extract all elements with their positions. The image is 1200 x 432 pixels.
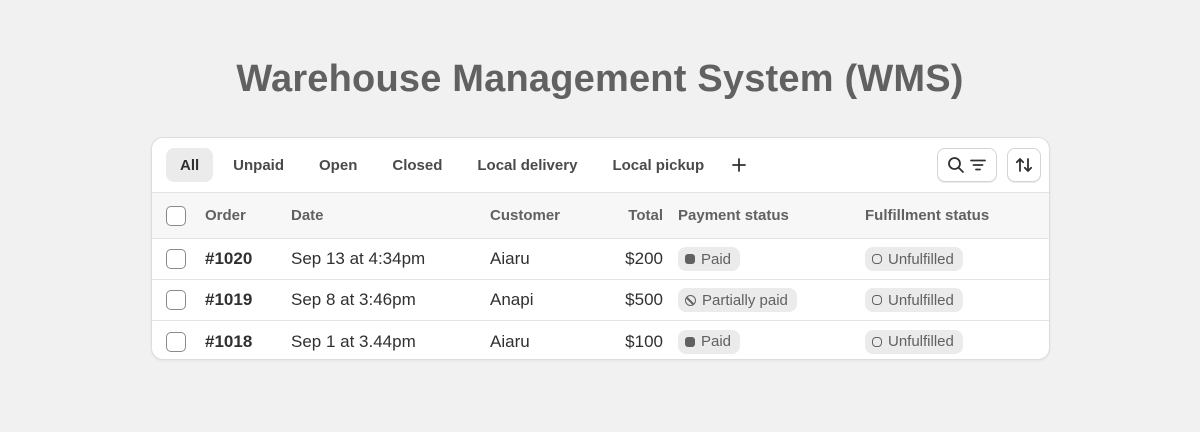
order-total: $500 bbox=[625, 290, 663, 309]
fulfillment-status-label: Unfulfilled bbox=[888, 250, 954, 268]
order-number[interactable]: #1018 bbox=[205, 321, 252, 359]
row-checkbox[interactable] bbox=[166, 249, 186, 269]
table-row[interactable]: #1020 Sep 13 at 4:34pm Aiaru $200 Paid U… bbox=[152, 239, 1049, 280]
tab-all[interactable]: All bbox=[166, 148, 214, 182]
ring-icon bbox=[872, 254, 882, 264]
filter-lines-icon bbox=[970, 159, 986, 171]
payment-status-label: Paid bbox=[701, 333, 732, 350]
tab-open[interactable]: Open bbox=[309, 148, 367, 182]
order-date: Sep 13 at 4:34pm bbox=[291, 249, 426, 268]
row-checkbox[interactable] bbox=[166, 331, 186, 352]
payment-status-badge: Paid bbox=[678, 329, 741, 354]
filled-dot-icon bbox=[685, 336, 695, 347]
column-header-date[interactable]: Date bbox=[291, 193, 324, 238]
order-number[interactable]: #1020 bbox=[205, 239, 252, 279]
table-row[interactable]: #1018 Sep 1 at 3.44pm Aiaru $100 Paid Un… bbox=[152, 321, 1049, 359]
fulfillment-status-badge: Unfulfilled bbox=[865, 247, 963, 271]
page-title: Warehouse Management System (WMS) bbox=[236, 58, 964, 100]
ring-icon bbox=[872, 336, 882, 347]
order-date: Sep 8 at 3:46pm bbox=[291, 290, 416, 309]
row-checkbox[interactable] bbox=[166, 290, 186, 310]
order-total: $100 bbox=[625, 331, 663, 351]
add-view-button[interactable] bbox=[725, 151, 753, 179]
table-row[interactable]: #1019 Sep 8 at 3:46pm Anapi $500 Partial… bbox=[152, 280, 1049, 321]
plus-icon bbox=[732, 158, 747, 172]
filled-dot-icon bbox=[685, 254, 695, 264]
search-filter-button[interactable] bbox=[937, 148, 997, 182]
fulfillment-status-label: Unfulfilled bbox=[888, 291, 954, 309]
ring-icon bbox=[872, 295, 882, 305]
column-header-payment-status[interactable]: Payment status bbox=[678, 193, 789, 238]
fulfillment-status-badge: Unfulfilled bbox=[865, 288, 963, 312]
order-number[interactable]: #1019 bbox=[205, 280, 252, 320]
table-tools bbox=[937, 148, 1041, 182]
tab-closed[interactable]: Closed bbox=[382, 148, 452, 182]
select-all-checkbox[interactable] bbox=[166, 205, 186, 226]
order-total: $200 bbox=[625, 249, 663, 268]
column-header-total[interactable]: Total bbox=[628, 193, 663, 238]
search-icon bbox=[948, 157, 964, 173]
column-header-order[interactable]: Order bbox=[205, 193, 246, 238]
payment-status-label: Partially paid bbox=[702, 291, 788, 309]
order-date: Sep 1 at 3.44pm bbox=[291, 331, 416, 351]
tab-local-pickup[interactable]: Local pickup bbox=[602, 148, 714, 182]
order-customer: Aiaru bbox=[490, 331, 530, 351]
order-customer: Aiaru bbox=[490, 249, 530, 268]
column-header-customer[interactable]: Customer bbox=[490, 193, 560, 238]
payment-status-label: Paid bbox=[701, 250, 732, 268]
table-header: Order Date Customer Total Payment status… bbox=[152, 193, 1049, 239]
order-customer: Anapi bbox=[490, 290, 534, 309]
column-header-fulfillment-status[interactable]: Fulfillment status bbox=[865, 193, 989, 238]
fulfillment-status-label: Unfulfilled bbox=[888, 333, 954, 350]
orders-card: All Unpaid Open Closed Local delivery Lo… bbox=[151, 137, 1050, 360]
tab-local-delivery[interactable]: Local delivery bbox=[467, 148, 587, 182]
sort-arrows-icon bbox=[1015, 158, 1033, 172]
partial-circle-icon bbox=[685, 294, 696, 306]
tab-bar: All Unpaid Open Closed Local delivery Lo… bbox=[152, 138, 1049, 193]
sort-button[interactable] bbox=[1007, 148, 1041, 182]
payment-status-badge: Paid bbox=[678, 247, 741, 271]
fulfillment-status-badge: Unfulfilled bbox=[865, 329, 963, 354]
payment-status-badge: Partially paid bbox=[678, 288, 797, 312]
tab-unpaid[interactable]: Unpaid bbox=[223, 148, 294, 182]
